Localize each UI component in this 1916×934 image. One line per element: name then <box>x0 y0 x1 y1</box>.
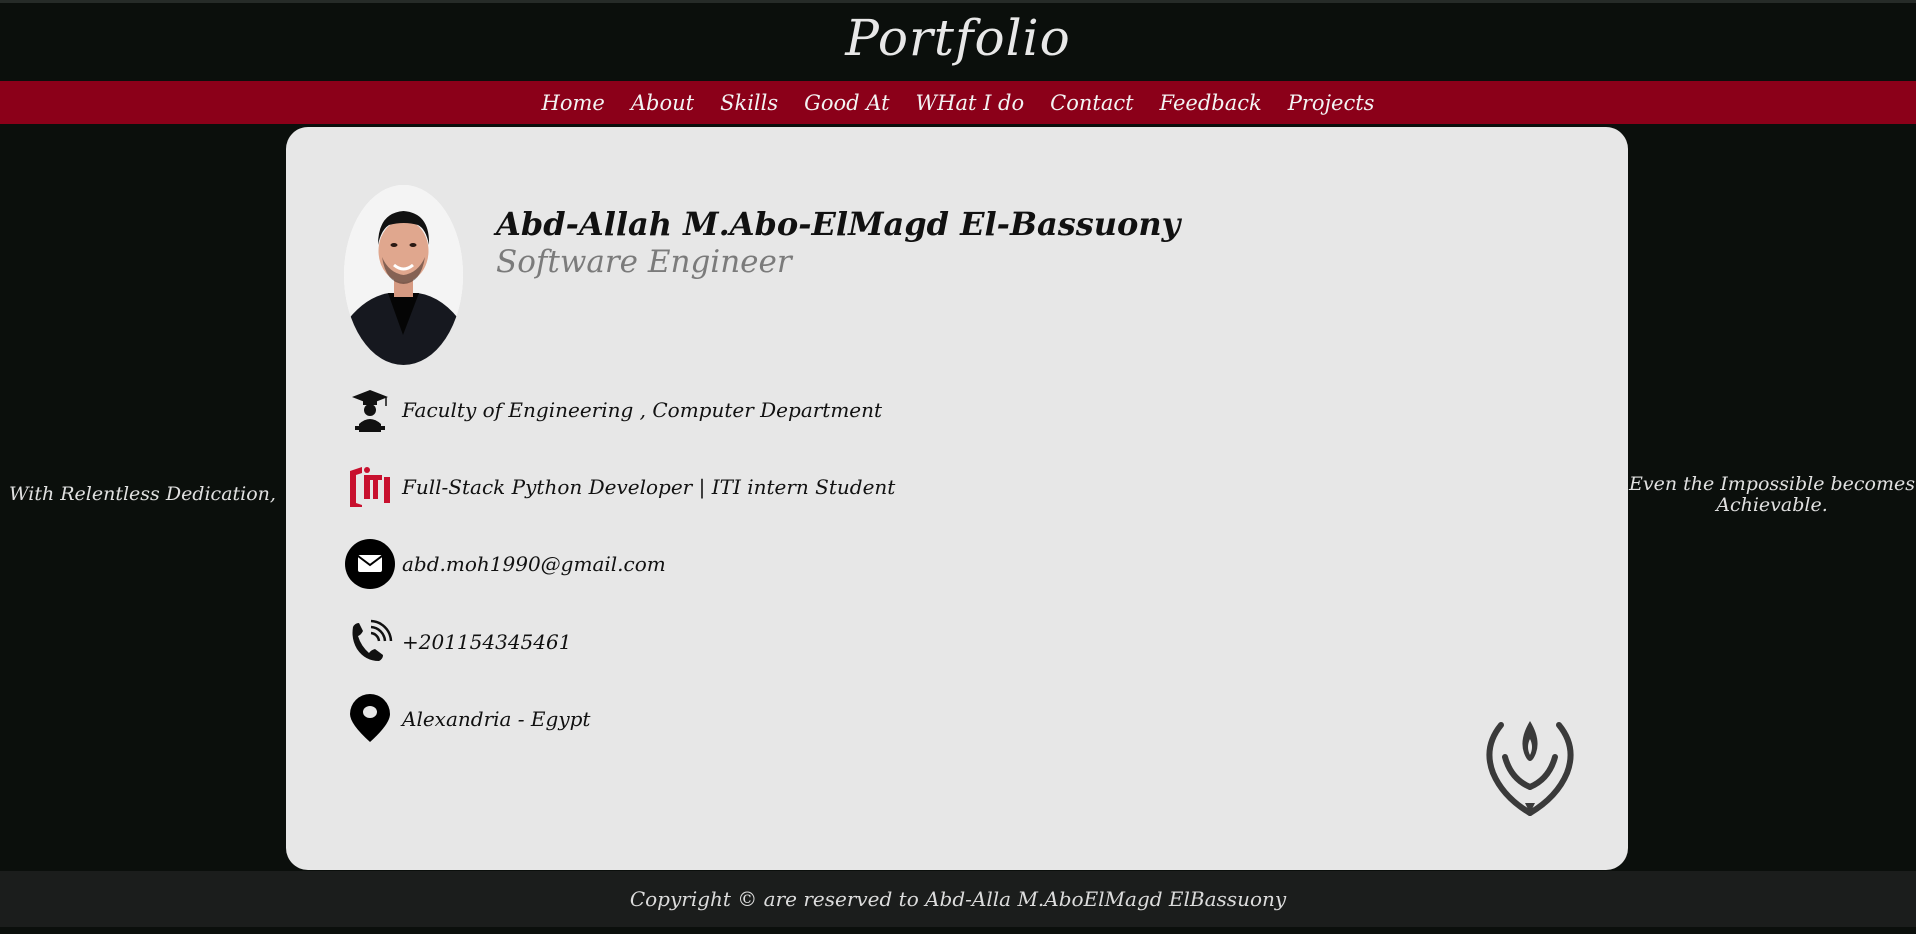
nav-item-feedback[interactable]: Feedback <box>1160 91 1262 115</box>
bottom-border <box>0 927 1916 934</box>
main-nav: Home About Skills Good At WHat I do Cont… <box>0 81 1916 124</box>
location-row: Alexandria - Egypt <box>344 692 590 746</box>
nav-item-home[interactable]: Home <box>542 91 605 115</box>
profile-name: Abd-Allah M.Abo-ElMagd El-Bassuony <box>496 205 1181 243</box>
nav-item-about[interactable]: About <box>631 91 694 115</box>
nav-item-projects[interactable]: Projects <box>1288 91 1375 115</box>
education-text: Faculty of Engineering , Computer Depart… <box>402 398 883 422</box>
email-text[interactable]: abd.moh1990@gmail.com <box>402 552 666 576</box>
email-row: abd.moh1990@gmail.com <box>344 537 666 591</box>
profile-role: Software Engineer <box>496 244 792 280</box>
site-footer: Copyright © are reserved to Abd-Alla M.A… <box>0 871 1916 927</box>
phone-row: +201154345461 <box>344 615 571 669</box>
copyright-text: Copyright © are reserved to Abd-Alla M.A… <box>629 887 1287 911</box>
right-quote: Even the Impossible becomes Achievable. <box>1628 473 1915 516</box>
phone-icon[interactable] <box>344 616 396 668</box>
phone-text[interactable]: +201154345461 <box>402 630 571 654</box>
work-text: Full-Stack Python Developer | ITI intern… <box>402 475 896 499</box>
envelope-icon[interactable] <box>344 538 396 590</box>
graduate-icon <box>344 384 396 436</box>
work-row: Full-Stack Python Developer | ITI intern… <box>344 460 895 514</box>
location-text: Alexandria - Egypt <box>402 707 591 731</box>
nav-item-what-i-do[interactable]: WHat I do <box>916 91 1025 115</box>
iti-logo-icon <box>344 461 396 513</box>
left-quote: With Relentless Dedication, <box>9 483 276 505</box>
profile-photo <box>344 185 463 365</box>
profile-card: Abd-Allah M.Abo-ElMagd El-Bassuony Softw… <box>286 127 1628 870</box>
location-pin-icon <box>344 693 396 745</box>
nav-item-skills[interactable]: Skills <box>720 91 778 115</box>
education-row: Faculty of Engineering , Computer Depart… <box>344 383 882 437</box>
nav-item-good-at[interactable]: Good At <box>804 91 889 115</box>
emblem-logo <box>1481 717 1579 819</box>
site-header: Portfolio <box>0 3 1916 81</box>
site-title: Portfolio <box>845 9 1071 67</box>
nav-item-contact[interactable]: Contact <box>1050 91 1133 115</box>
